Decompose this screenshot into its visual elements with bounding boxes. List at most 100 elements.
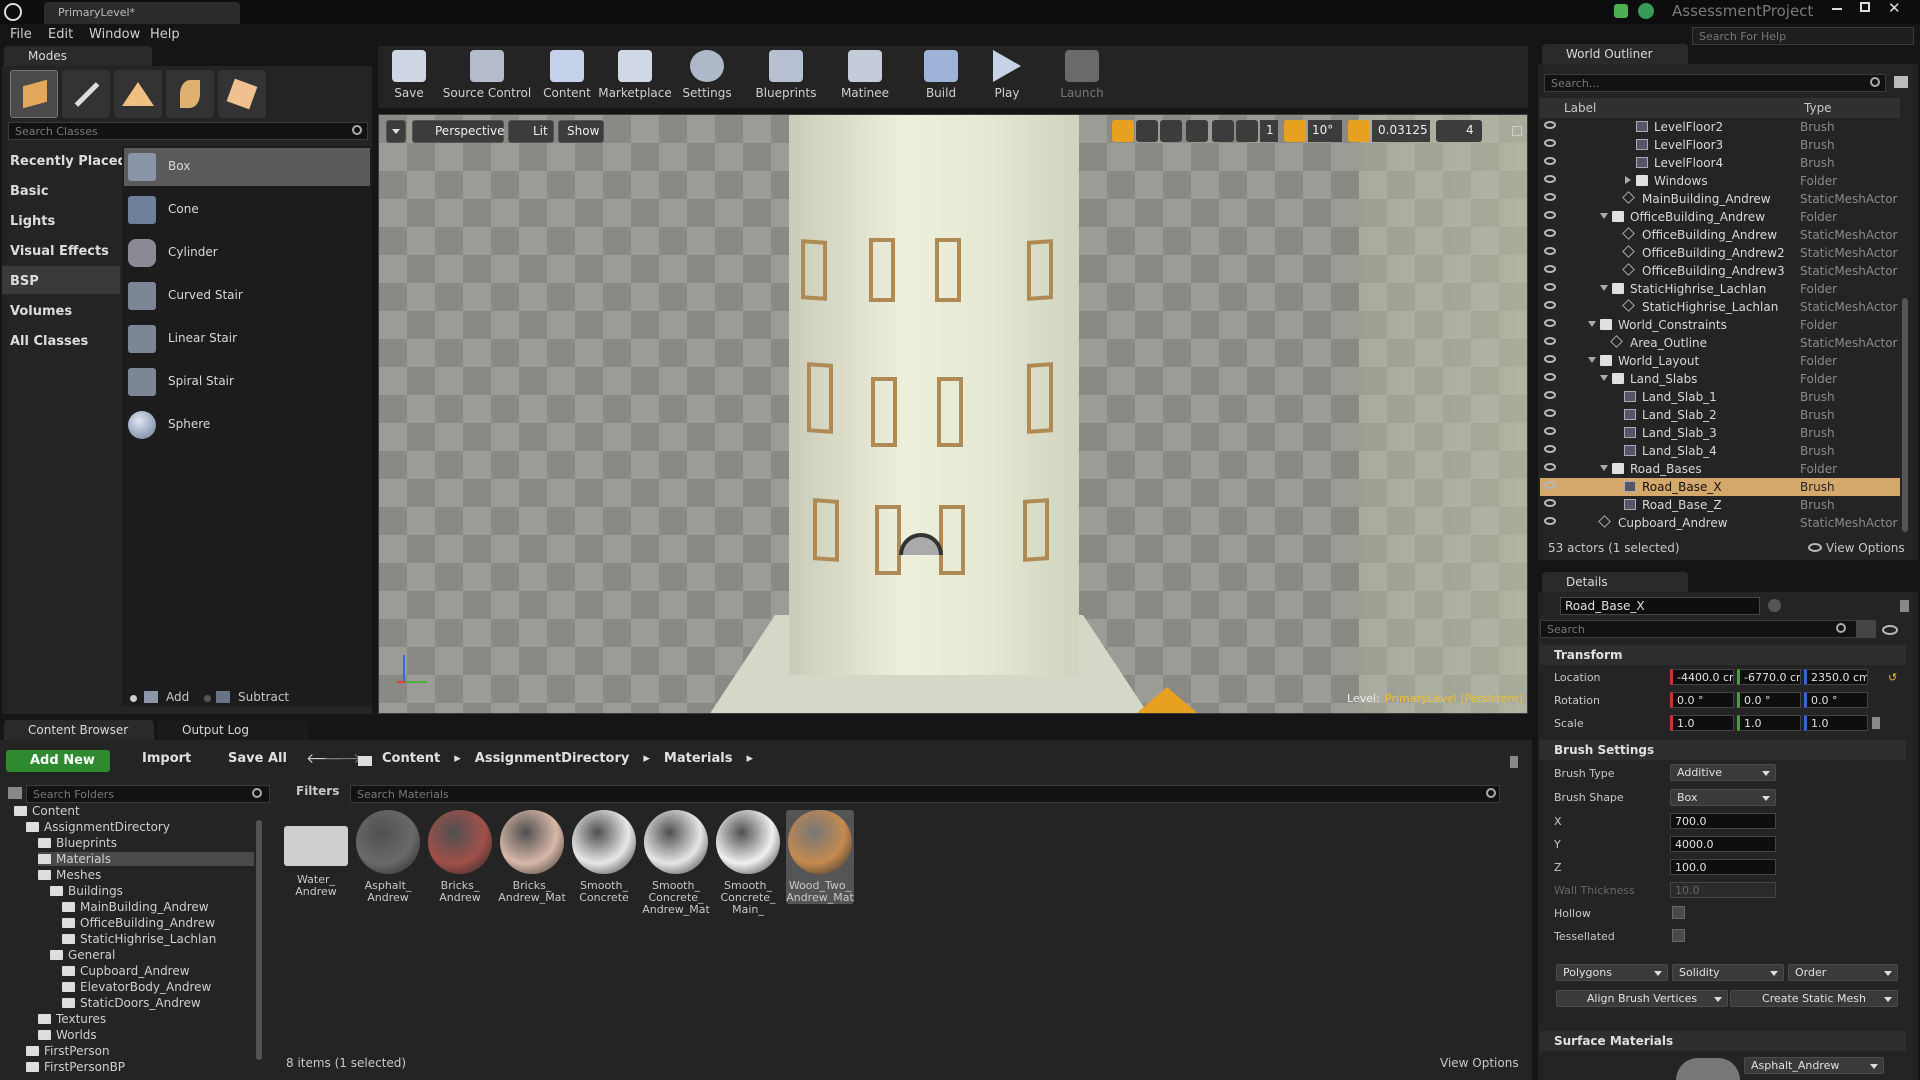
breadcrumb-separator-icon[interactable]: ▸ bbox=[454, 751, 461, 766]
save-all-button[interactable]: Save All bbox=[210, 751, 287, 766]
outliner-row[interactable]: Area_Outline StaticMeshActor bbox=[1540, 334, 1900, 352]
mode-foliage-button[interactable] bbox=[166, 70, 214, 118]
outliner-row[interactable]: MainBuilding_Andrew StaticMeshActor bbox=[1540, 190, 1900, 208]
scale-y-field[interactable]: 1.0 bbox=[1737, 715, 1801, 731]
visibility-eye-icon[interactable] bbox=[1544, 193, 1556, 201]
viewport-options-button[interactable] bbox=[386, 120, 406, 143]
details-tab[interactable]: Details bbox=[1542, 572, 1688, 592]
source-control-status-icon[interactable] bbox=[1614, 4, 1628, 18]
outliner-row[interactable]: LevelFloor2 Brush bbox=[1540, 118, 1900, 136]
maximize-viewport-icon[interactable] bbox=[1512, 126, 1522, 136]
visibility-eye-icon[interactable] bbox=[1544, 211, 1556, 219]
outliner-row[interactable]: Land_Slab_4 Brush bbox=[1540, 442, 1900, 460]
class-item-linear-stair[interactable]: Linear Stair bbox=[124, 320, 370, 358]
lock-icon[interactable] bbox=[1900, 600, 1909, 612]
play-button[interactable]: Play bbox=[980, 46, 1034, 104]
category-bsp[interactable]: BSP bbox=[10, 274, 39, 289]
filters-button[interactable]: Filters bbox=[286, 784, 339, 798]
notification-icon[interactable] bbox=[1638, 3, 1654, 19]
viewport[interactable]: Level: PrimaryLevel (Persistent) bbox=[378, 114, 1528, 714]
output-log-tab[interactable]: Output Log bbox=[158, 720, 308, 740]
create-static-mesh-button[interactable]: Create Static Mesh bbox=[1730, 990, 1898, 1007]
class-item-cylinder[interactable]: Cylinder bbox=[124, 234, 370, 272]
folder-tree-item[interactable]: FirstPerson bbox=[26, 1044, 110, 1058]
chevron-right-icon[interactable] bbox=[1625, 176, 1631, 184]
menu-edit[interactable]: Edit bbox=[48, 27, 73, 42]
location-z-field[interactable]: 2350.0 cm bbox=[1804, 669, 1868, 685]
label-column-header[interactable]: Label bbox=[1564, 101, 1596, 115]
outliner-search-input[interactable]: Search... bbox=[1544, 74, 1886, 92]
ue-logo-icon[interactable] bbox=[4, 3, 22, 21]
outliner-row[interactable]: OfficeBuilding_Andrew StaticMeshActor bbox=[1540, 226, 1900, 244]
add-folder-icon[interactable] bbox=[1894, 76, 1908, 88]
scale-snap-icon[interactable] bbox=[1348, 120, 1370, 142]
visibility-eye-icon[interactable] bbox=[1544, 175, 1556, 183]
rotation-snap-icon[interactable] bbox=[1284, 120, 1306, 142]
visibility-eye-icon[interactable] bbox=[1544, 229, 1556, 237]
outliner-row[interactable]: OfficeBuilding_Andrew2 StaticMeshActor bbox=[1540, 244, 1900, 262]
outliner-row[interactable]: OfficeBuilding_Andrew3 StaticMeshActor bbox=[1540, 262, 1900, 280]
search-classes-input[interactable]: Search Classes bbox=[8, 122, 368, 140]
visibility-eye-icon[interactable] bbox=[1544, 391, 1556, 399]
minimize-button[interactable] bbox=[1832, 8, 1842, 10]
class-item-curved-stair[interactable]: Curved Stair bbox=[124, 277, 370, 315]
breadcrumb-separator-icon[interactable]: ▸ bbox=[746, 751, 753, 766]
folder-tree-item[interactable]: Materials bbox=[38, 852, 254, 866]
asset-tile[interactable]: Smooth_ Concrete_ Andrew_Mat bbox=[642, 810, 710, 916]
brush-type-dropdown[interactable]: Additive bbox=[1670, 764, 1776, 781]
show-button[interactable]: Show bbox=[558, 120, 604, 143]
content-view-options[interactable]: View Options bbox=[1440, 1056, 1519, 1070]
add-new-button[interactable]: Add New bbox=[6, 750, 110, 772]
build-button[interactable]: Build bbox=[906, 46, 976, 104]
asset-tile[interactable]: Smooth_ Concrete bbox=[570, 810, 638, 904]
category-visual-effects[interactable]: Visual Effects bbox=[10, 244, 109, 259]
folder-tree-item[interactable]: OfficeBuilding_Andrew bbox=[62, 916, 215, 930]
folder-tree-item[interactable]: Cupboard_Andrew bbox=[62, 964, 190, 978]
brush-shape-dropdown[interactable]: Box bbox=[1670, 789, 1776, 806]
asset-tile[interactable]: Smooth_ Concrete_ Main_ bbox=[714, 810, 782, 916]
lock-icon[interactable] bbox=[1510, 756, 1518, 768]
maximize-button[interactable] bbox=[1860, 2, 1870, 12]
reset-location-icon[interactable]: ↺ bbox=[1888, 671, 1897, 684]
mode-geometry-button[interactable] bbox=[218, 70, 266, 118]
transform-header[interactable]: Transform bbox=[1540, 645, 1906, 665]
class-item-cone[interactable]: Cone bbox=[124, 191, 370, 229]
outliner-row[interactable]: Land_Slab_2 Brush bbox=[1540, 406, 1900, 424]
rotate-tool-icon[interactable] bbox=[1136, 120, 1158, 142]
chevron-down-icon[interactable] bbox=[1600, 213, 1608, 219]
world-space-icon[interactable] bbox=[1186, 120, 1208, 142]
folder-tree-item[interactable]: Content bbox=[14, 804, 80, 818]
category-all-classes[interactable]: All Classes bbox=[10, 334, 88, 349]
level-tab[interactable]: PrimaryLevel* bbox=[44, 2, 240, 24]
category-volumes[interactable]: Volumes bbox=[10, 304, 72, 319]
outliner-row[interactable]: Road_Base_X Brush bbox=[1540, 478, 1900, 496]
translate-tool-icon[interactable] bbox=[1112, 120, 1134, 142]
outliner-row[interactable]: Land_Slabs Folder bbox=[1540, 370, 1900, 388]
visibility-eye-icon[interactable] bbox=[1544, 157, 1556, 165]
outliner-row[interactable]: LevelFloor3 Brush bbox=[1540, 136, 1900, 154]
outliner-row[interactable]: Road_Bases Folder bbox=[1540, 460, 1900, 478]
rotation-snap-value[interactable]: 10° bbox=[1308, 120, 1342, 142]
outliner-row[interactable]: World_Constraints Folder bbox=[1540, 316, 1900, 334]
chevron-down-icon[interactable] bbox=[1600, 465, 1608, 471]
rotation-y-field[interactable]: 0.0 ° bbox=[1737, 692, 1801, 708]
lit-button[interactable]: Lit bbox=[508, 120, 554, 143]
details-search-input[interactable]: Search bbox=[1540, 620, 1874, 638]
modes-tab[interactable]: Modes bbox=[4, 46, 152, 66]
actor-name-field[interactable]: Road_Base_X bbox=[1560, 597, 1760, 615]
scale-lock-icon[interactable] bbox=[1872, 717, 1880, 729]
scale-label[interactable]: Scale bbox=[1554, 717, 1584, 730]
forward-arrow-icon[interactable]: 🡒 bbox=[324, 750, 362, 767]
folder-tree-item[interactable]: AssignmentDirectory bbox=[26, 820, 170, 834]
menu-help[interactable]: Help bbox=[150, 27, 180, 42]
scale-snap-value[interactable]: 0.03125 bbox=[1372, 120, 1430, 142]
perspective-button[interactable]: Perspective bbox=[412, 120, 505, 143]
scale-tool-icon[interactable] bbox=[1160, 120, 1182, 142]
brush-x-field[interactable]: 700.0 bbox=[1670, 813, 1776, 829]
folder-tree-item[interactable]: MainBuilding_Andrew bbox=[62, 900, 209, 914]
world-outliner-tab[interactable]: World Outliner bbox=[1542, 44, 1688, 64]
help-search-input[interactable]: Search For Help bbox=[1692, 27, 1914, 45]
outliner-view-options[interactable]: View Options bbox=[1826, 541, 1905, 555]
outliner-row[interactable]: Land_Slab_1 Brush bbox=[1540, 388, 1900, 406]
visibility-eye-icon[interactable] bbox=[1544, 139, 1556, 147]
